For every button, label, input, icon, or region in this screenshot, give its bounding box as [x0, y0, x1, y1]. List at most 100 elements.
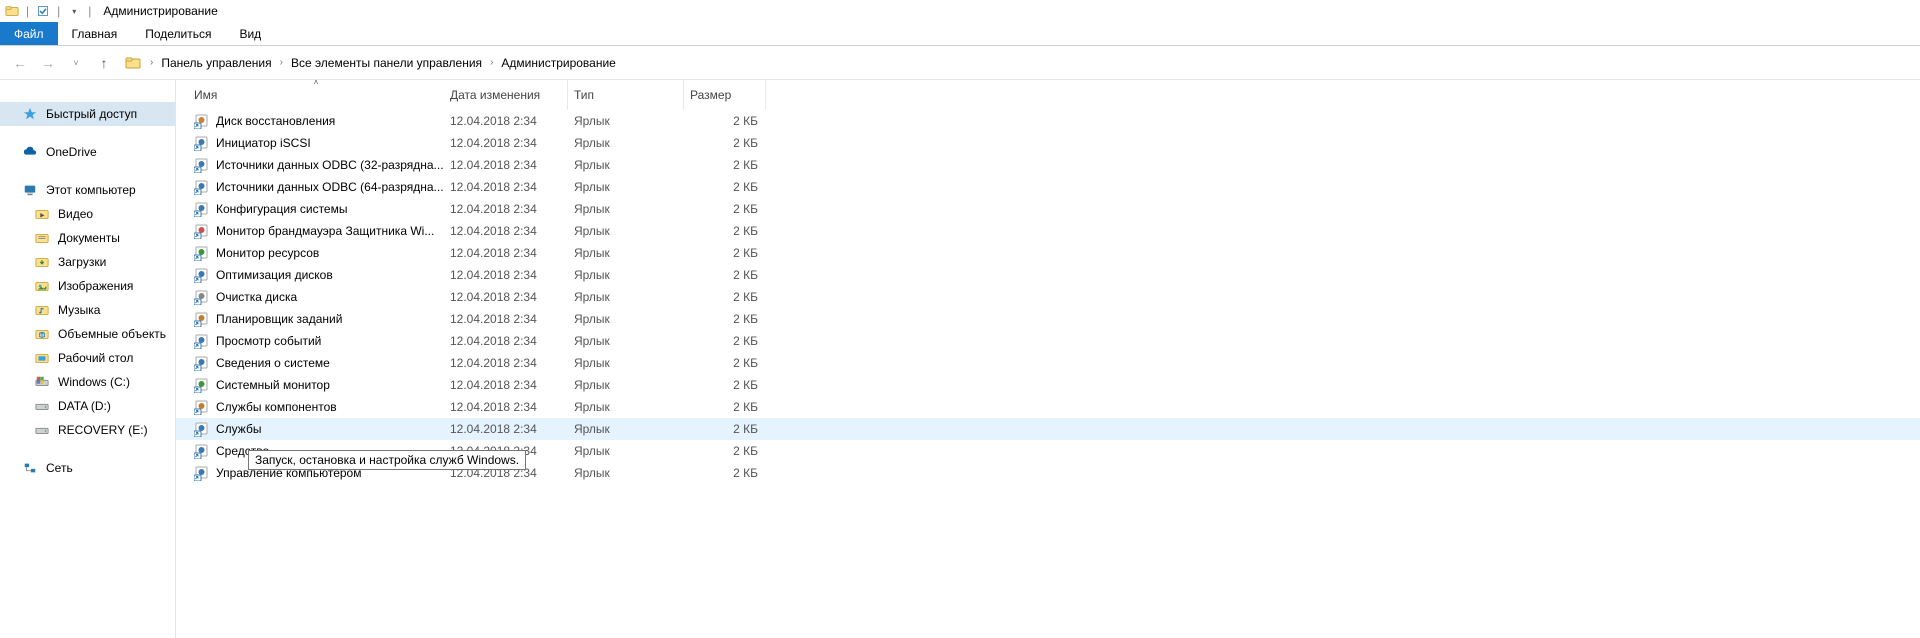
sidebar-item-label: Документы	[58, 231, 120, 245]
column-header-date[interactable]: Дата изменения	[444, 80, 568, 110]
qat-properties-icon[interactable]	[35, 3, 51, 19]
file-row[interactable]: Управление компьютером 12.04.2018 2:34 Я…	[176, 462, 1920, 484]
drive-icon	[34, 374, 50, 390]
file-size: 2 КБ	[684, 466, 766, 480]
file-date: 12.04.2018 2:34	[444, 114, 568, 128]
file-name-label: Диск восстановления	[216, 114, 335, 128]
nav-back-button[interactable]: ←	[8, 51, 32, 75]
folder-icon	[34, 278, 50, 294]
ribbon-tabs: Файл Главная Поделиться Вид	[0, 22, 1920, 46]
qat-separator: |	[57, 4, 60, 18]
file-row[interactable]: Инициатор iSCSI 12.04.2018 2:34 Ярлык 2 …	[176, 132, 1920, 154]
address-bar-icon[interactable]	[124, 54, 142, 72]
sidebar-item-label: Рабочий стол	[58, 351, 133, 365]
file-name-label: Очистка диска	[216, 290, 297, 304]
sidebar-item-label: Сеть	[46, 461, 73, 475]
file-row[interactable]: Службы 12.04.2018 2:34 Ярлык 2 КБ	[176, 418, 1920, 440]
tab-home[interactable]: Главная	[58, 22, 132, 45]
folder-icon	[34, 302, 50, 318]
sidebar-item-videos[interactable]: Видео	[0, 202, 175, 226]
sidebar-item-documents[interactable]: Документы	[0, 226, 175, 250]
file-row[interactable]: Монитор ресурсов 12.04.2018 2:34 Ярлык 2…	[176, 242, 1920, 264]
breadcrumb-item[interactable]: Панель управления	[159, 54, 273, 72]
shortcut-icon	[194, 201, 210, 217]
sidebar-spacer	[0, 126, 175, 140]
file-name-label: Средство	[216, 444, 269, 458]
file-size: 2 КБ	[684, 444, 766, 458]
sidebar-item-pictures[interactable]: Изображения	[0, 274, 175, 298]
file-size: 2 КБ	[684, 202, 766, 216]
drive-icon	[34, 398, 50, 414]
file-row[interactable]: Диск восстановления 12.04.2018 2:34 Ярлы…	[176, 110, 1920, 132]
shortcut-icon	[194, 377, 210, 393]
file-date: 12.04.2018 2:34	[444, 400, 568, 414]
tab-file[interactable]: Файл	[0, 22, 58, 45]
tab-view[interactable]: Вид	[225, 22, 275, 45]
sidebar-item-3d-objects[interactable]: Объемные объекть	[0, 322, 175, 346]
sidebar-item-label: RECOVERY (E:)	[58, 423, 148, 437]
sidebar-item-this-pc[interactable]: Этот компьютер	[0, 178, 175, 202]
sidebar-item-label: Быстрый доступ	[46, 107, 137, 121]
tab-share[interactable]: Поделиться	[131, 22, 225, 45]
file-date: 12.04.2018 2:34	[444, 180, 568, 194]
sidebar-item-downloads[interactable]: Загрузки	[0, 250, 175, 274]
file-row[interactable]: Системный монитор 12.04.2018 2:34 Ярлык …	[176, 374, 1920, 396]
file-row[interactable]: Очистка диска 12.04.2018 2:34 Ярлык 2 КБ	[176, 286, 1920, 308]
file-type: Ярлык	[568, 312, 684, 326]
sidebar-item-quick-access[interactable]: Быстрый доступ	[0, 102, 175, 126]
cloud-icon	[22, 144, 38, 160]
folder-icon	[34, 206, 50, 222]
sidebar-item-network[interactable]: Сеть	[0, 456, 175, 480]
shortcut-icon	[194, 179, 210, 195]
file-date: 12.04.2018 2:34	[444, 246, 568, 260]
file-date: 12.04.2018 2:34	[444, 268, 568, 282]
file-row[interactable]: Конфигурация системы 12.04.2018 2:34 Ярл…	[176, 198, 1920, 220]
file-row[interactable]: Средство 12.04.2018 2:34 Ярлык 2 КБ	[176, 440, 1920, 462]
file-date: 12.04.2018 2:34	[444, 312, 568, 326]
sidebar-item-music[interactable]: Музыка	[0, 298, 175, 322]
star-icon	[22, 106, 38, 122]
sidebar-item-drive-c[interactable]: Windows (C:)	[0, 370, 175, 394]
sidebar-item-desktop[interactable]: Рабочий стол	[0, 346, 175, 370]
file-size: 2 КБ	[684, 356, 766, 370]
chevron-right-icon[interactable]: ›	[150, 57, 153, 68]
file-row[interactable]: Источники данных ODBC (32-разрядна... 12…	[176, 154, 1920, 176]
breadcrumb-item[interactable]: Администрирование	[499, 54, 617, 72]
file-type: Ярлык	[568, 224, 684, 238]
file-row[interactable]: Просмотр событий 12.04.2018 2:34 Ярлык 2…	[176, 330, 1920, 352]
file-type: Ярлык	[568, 180, 684, 194]
sidebar-item-drive-d[interactable]: DATA (D:)	[0, 394, 175, 418]
breadcrumb-item[interactable]: Все элементы панели управления	[289, 54, 484, 72]
nav-up-button[interactable]: ↑	[92, 51, 116, 75]
shortcut-icon	[194, 267, 210, 283]
column-header-type[interactable]: Тип	[568, 80, 684, 110]
file-row[interactable]: Монитор брандмауэра Защитника Wi... 12.0…	[176, 220, 1920, 242]
sidebar-item-drive-e[interactable]: RECOVERY (E:)	[0, 418, 175, 442]
file-date: 12.04.2018 2:34	[444, 444, 568, 458]
file-date: 12.04.2018 2:34	[444, 378, 568, 392]
file-row[interactable]: Оптимизация дисков 12.04.2018 2:34 Ярлык…	[176, 264, 1920, 286]
file-row[interactable]: Службы компонентов 12.04.2018 2:34 Ярлык…	[176, 396, 1920, 418]
title-bar: | | ▾ | Администрирование	[0, 0, 1920, 22]
file-name-label: Сведения о системе	[216, 356, 330, 370]
column-header-size[interactable]: Размер	[684, 80, 766, 110]
sidebar-item-onedrive[interactable]: OneDrive	[0, 140, 175, 164]
chevron-right-icon[interactable]: ›	[280, 57, 283, 68]
sidebar-item-label: OneDrive	[46, 145, 97, 159]
file-type: Ярлык	[568, 466, 684, 480]
file-type: Ярлык	[568, 378, 684, 392]
file-row[interactable]: Планировщик заданий 12.04.2018 2:34 Ярлы…	[176, 308, 1920, 330]
nav-forward-button[interactable]: →	[36, 51, 60, 75]
file-row[interactable]: Сведения о системе 12.04.2018 2:34 Ярлык…	[176, 352, 1920, 374]
chevron-right-icon[interactable]: ›	[490, 57, 493, 68]
shortcut-icon	[194, 289, 210, 305]
nav-recent-dropdown[interactable]: ˅	[64, 51, 88, 75]
shortcut-icon	[194, 333, 210, 349]
qat-dropdown-icon[interactable]: ▾	[66, 3, 82, 19]
file-row[interactable]: Источники данных ODBC (64-разрядна... 12…	[176, 176, 1920, 198]
column-header-name[interactable]: Имя ˄	[188, 80, 444, 110]
file-date: 12.04.2018 2:34	[444, 136, 568, 150]
file-size: 2 КБ	[684, 312, 766, 326]
navigation-pane: Быстрый доступ OneDrive Этот компьютер В…	[0, 80, 176, 638]
qat-folder-icon[interactable]	[4, 3, 20, 19]
